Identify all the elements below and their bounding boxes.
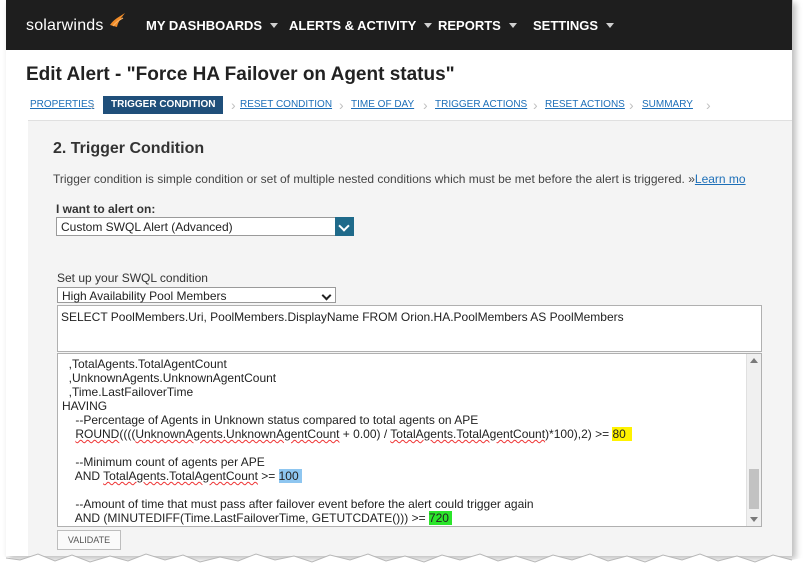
- logo-flame-icon: [110, 13, 125, 27]
- nav-label: MY DASHBOARDS: [146, 18, 263, 33]
- step-reset-actions[interactable]: RESET ACTIONS: [545, 96, 625, 114]
- page-title: Edit Alert - "Force HA Failover on Agent…: [26, 64, 455, 85]
- code-line: AND TotalAgents.TotalAgentCount >= 100: [62, 469, 302, 483]
- nav-label: SETTINGS: [533, 18, 599, 33]
- code-line: AND (MINUTEDIFF(Time.LastFailoverTime, G…: [62, 511, 453, 525]
- wizard-steps: PROPERTIES › TRIGGER CONDITION › RESET C…: [26, 96, 716, 114]
- code-line: --Amount of time that must pass after fa…: [75, 497, 534, 511]
- step-separator-icon: ›: [629, 97, 634, 113]
- step-separator-icon: ›: [423, 97, 428, 113]
- scroll-down-icon[interactable]: [750, 517, 758, 522]
- torn-edge-decoration: [0, 553, 807, 576]
- chevron-down-icon: [606, 23, 615, 29]
- solarwinds-logo[interactable]: solarwinds: [26, 17, 104, 35]
- step-separator-icon: ›: [706, 97, 711, 113]
- chevron-down-icon: [270, 23, 279, 29]
- code-line: HAVING: [62, 399, 108, 413]
- step-reset-condition[interactable]: RESET CONDITION: [240, 96, 332, 114]
- editor-scrollbar[interactable]: [746, 354, 761, 526]
- nav-my-dashboards[interactable]: MY DASHBOARDS: [146, 0, 279, 50]
- nav-settings[interactable]: SETTINGS: [533, 0, 615, 50]
- nav-reports[interactable]: REPORTS: [438, 0, 517, 50]
- chevron-down-icon: [424, 23, 433, 29]
- section-title: 2. Trigger Condition: [53, 140, 205, 157]
- step-separator-icon: ›: [339, 97, 344, 113]
- alert-on-label: I want to alert on:: [56, 202, 156, 216]
- swql-entity-value: High Availability Pool Members: [62, 289, 227, 303]
- code-line: ,Time.LastFailoverTime: [68, 385, 194, 399]
- nav-label: REPORTS: [438, 18, 501, 33]
- step-separator-icon: ›: [533, 97, 538, 113]
- swql-select-statement[interactable]: SELECT PoolMembers.Uri, PoolMembers.Disp…: [57, 305, 762, 352]
- select-statement-text: SELECT PoolMembers.Uri, PoolMembers.Disp…: [61, 310, 624, 324]
- validate-button[interactable]: VALIDATE: [57, 530, 121, 550]
- threshold-percent-highlight: 80: [612, 427, 626, 441]
- step-trigger-actions[interactable]: TRIGGER ACTIONS: [435, 96, 527, 114]
- nav-label: ALERTS & ACTIVITY: [289, 18, 417, 33]
- step-separator-icon: ›: [90, 97, 95, 113]
- code-line: --Percentage of Agents in Unknown status…: [75, 413, 479, 427]
- section-description: Trigger condition is simple condition or…: [53, 172, 746, 186]
- code-line: ,UnknownAgents.UnknownAgentCount: [68, 371, 277, 385]
- top-nav-bar: solarwinds MY DASHBOARDS ALERTS & ACTIVI…: [6, 0, 792, 50]
- step-separator-icon: ›: [231, 97, 236, 113]
- swql-entity-select[interactable]: High Availability Pool Members: [57, 287, 336, 303]
- scroll-up-icon[interactable]: [750, 358, 758, 363]
- step-summary[interactable]: SUMMARY: [642, 96, 693, 114]
- failover-minutes-highlight: 720: [428, 511, 449, 525]
- chevron-down-icon: [508, 23, 517, 29]
- swql-condition-editor[interactable]: ,TotalAgents.TotalAgentCount ,UnknownAge…: [57, 353, 762, 527]
- nav-alerts-activity[interactable]: ALERTS & ACTIVITY: [289, 0, 433, 50]
- app-window: solarwinds MY DASHBOARDS ALERTS & ACTIVI…: [6, 0, 793, 556]
- alert-on-select[interactable]: Custom SWQL Alert (Advanced): [56, 217, 354, 236]
- code-line: ROUND((((UnknownAgents.UnknownAgentCount…: [62, 427, 633, 441]
- min-agents-highlight: 100: [278, 469, 299, 483]
- code-line: --Minimum count of agents per APE: [75, 455, 265, 469]
- scroll-thumb[interactable]: [749, 469, 759, 509]
- code-line: ,TotalAgents.TotalAgentCount: [68, 357, 227, 371]
- chevron-down-icon[interactable]: [335, 217, 354, 236]
- step-properties[interactable]: PROPERTIES: [30, 96, 94, 114]
- swql-label: Set up your SWQL condition: [57, 271, 208, 285]
- description-text: Trigger condition is simple condition or…: [53, 172, 695, 186]
- alert-on-value: Custom SWQL Alert (Advanced): [61, 220, 233, 234]
- step-time-of-day[interactable]: TIME OF DAY: [351, 96, 414, 114]
- step-trigger-condition[interactable]: TRIGGER CONDITION: [103, 96, 224, 114]
- chevron-down-icon: [321, 290, 332, 301]
- learn-more-link[interactable]: Learn mo: [695, 172, 746, 186]
